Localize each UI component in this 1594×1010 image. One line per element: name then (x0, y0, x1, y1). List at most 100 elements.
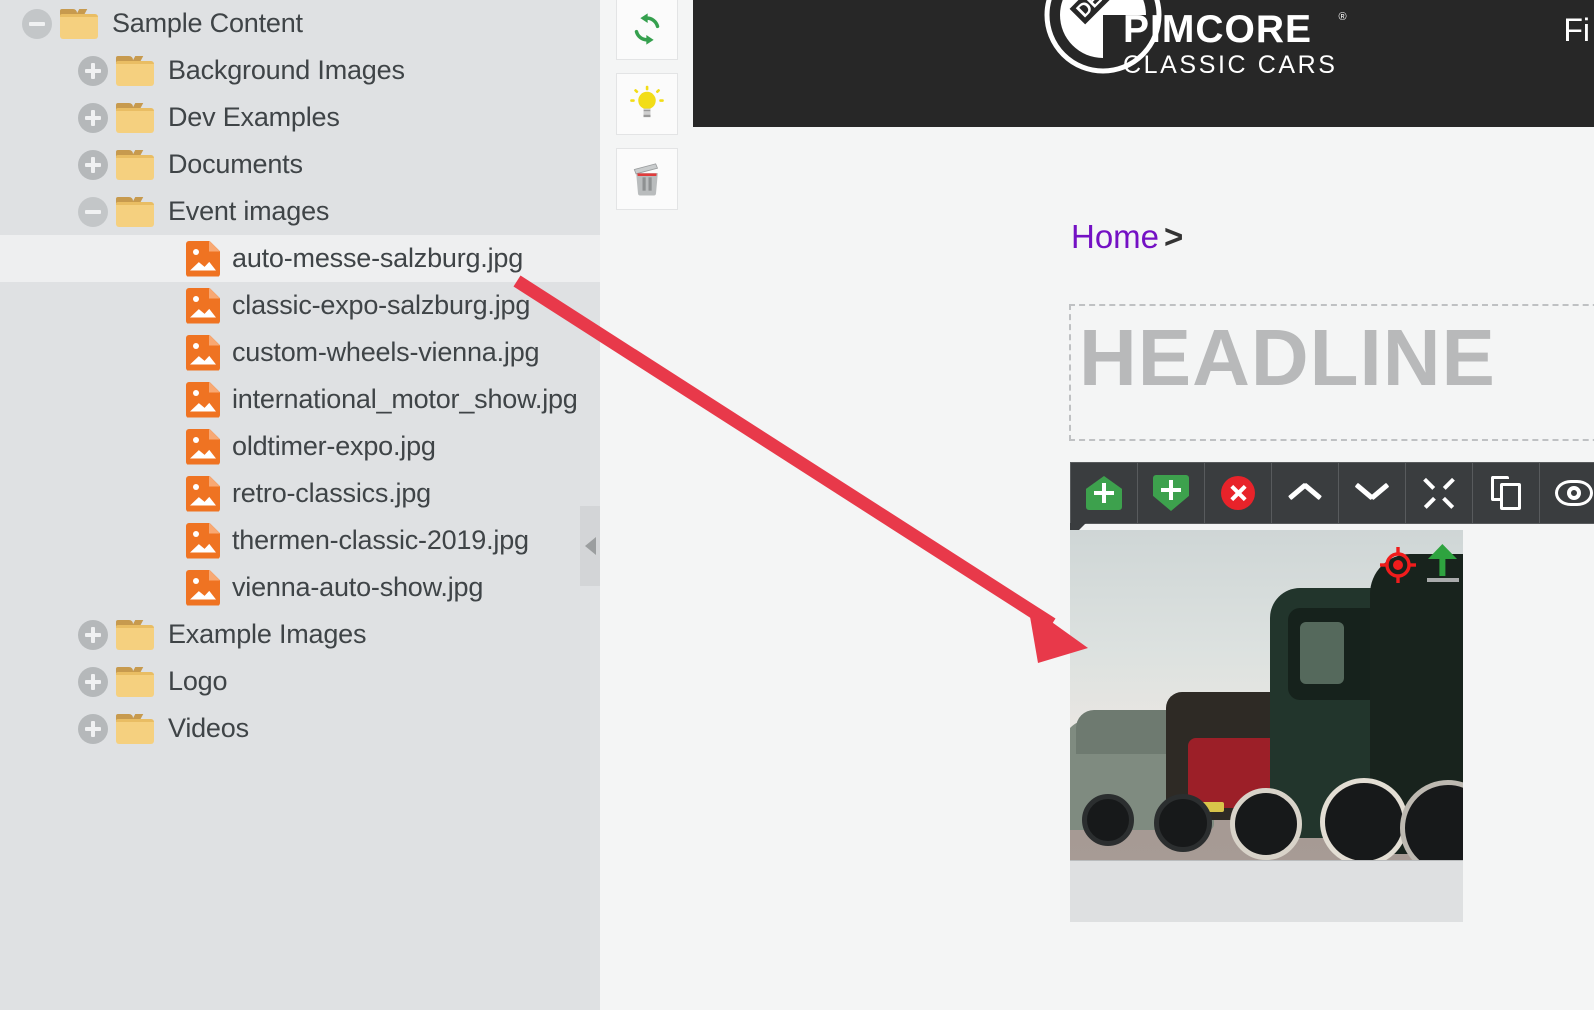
tree-item-label: Sample Content (112, 8, 303, 38)
site-header: DEMO PIMCORE® CLASSIC CARS Fi (693, 0, 1594, 127)
breadcrumb-home-link[interactable]: Home (1071, 218, 1159, 255)
headline-editable-region[interactable]: HEADLINE (1069, 304, 1594, 441)
tree-item-label: Videos (168, 713, 249, 743)
block-edit-toolbar (1070, 462, 1594, 524)
reload-button[interactable] (616, 0, 678, 60)
tree-item-international-motor-show[interactable]: international_motor_show.jpg (0, 376, 600, 423)
lightbulb-icon (630, 85, 664, 118)
tree-item-label: oldtimer-expo.jpg (232, 431, 436, 461)
breadcrumb-separator: > (1164, 218, 1184, 255)
image-file-icon (186, 475, 220, 512)
copy-block-button[interactable] (1473, 463, 1540, 523)
add-below-icon (1153, 475, 1189, 511)
image-file-icon (186, 428, 220, 465)
expand-toggle-icon[interactable] (78, 102, 108, 133)
image-file-icon (186, 287, 220, 324)
asset-tree-panel[interactable]: Sample Content Background Images Dev Exa… (0, 0, 600, 1010)
tree-item-label: Example Images (168, 619, 367, 649)
tree-item-vienna-auto-show[interactable]: vienna-auto-show.jpg (0, 564, 600, 611)
side-toolbar (600, 0, 693, 1010)
panel-collapse-handle[interactable] (580, 506, 600, 586)
folder-icon (116, 102, 154, 133)
chevron-down-icon (1355, 483, 1389, 503)
move-block-down-button[interactable] (1339, 463, 1406, 523)
collapse-toggle-icon[interactable] (22, 8, 52, 39)
hints-button[interactable] (616, 73, 678, 135)
tree-item-videos[interactable]: Videos (0, 705, 600, 752)
preview-block-button[interactable] (1540, 463, 1594, 523)
chevron-up-icon (1288, 483, 1322, 503)
upload-arrow-icon[interactable] (1426, 544, 1460, 584)
tree-item-label: retro-classics.jpg (232, 478, 431, 508)
tree-item-dev-examples[interactable]: Dev Examples (0, 94, 600, 141)
tree-item-label: Documents (168, 149, 303, 179)
add-block-below-button[interactable] (1138, 463, 1205, 523)
tree-item-retro-classics[interactable]: retro-classics.jpg (0, 470, 600, 517)
expand-toggle-icon[interactable] (78, 619, 108, 650)
page-preview-frame[interactable]: DEMO PIMCORE® CLASSIC CARS Fi Home> HEAD… (693, 0, 1594, 1010)
tree-item-label: Logo (168, 666, 228, 696)
fullscreen-button[interactable] (1406, 463, 1473, 523)
registered-mark: ® (1338, 11, 1348, 23)
image-file-icon (186, 381, 220, 418)
logo-wordmark: PIMCORE ® (1123, 8, 1347, 51)
expand-toggle-icon[interactable] (78, 55, 108, 86)
expand-toggle-icon[interactable] (78, 666, 108, 697)
tree-item-label: Dev Examples (168, 102, 340, 132)
image-block[interactable] (1070, 530, 1463, 922)
logo-text: PIMCORE ® CLASSIC CARS (1123, 8, 1347, 78)
eye-icon (1554, 480, 1593, 506)
add-block-above-button[interactable] (1071, 463, 1138, 523)
site-logo[interactable]: DEMO PIMCORE® CLASSIC CARS (1038, 0, 1347, 110)
tree-item-label: thermen-classic-2019.jpg (232, 525, 529, 555)
header-nav-item[interactable]: Fi (1563, 12, 1590, 49)
image-file-icon (186, 522, 220, 559)
image-file-icon (186, 334, 220, 371)
folder-icon (116, 619, 154, 650)
expand-toggle-icon[interactable] (78, 713, 108, 744)
tree-item-auto-messe-salzburg[interactable]: auto-messe-salzburg.jpg (0, 235, 600, 282)
folder-icon (116, 196, 154, 227)
remove-block-button[interactable] (1205, 463, 1272, 523)
tree-item-label: classic-expo-salzburg.jpg (232, 290, 531, 320)
tree-item-label: Background Images (168, 55, 405, 85)
move-block-up-button[interactable] (1272, 463, 1339, 523)
tree-item-custom-wheels-vienna[interactable]: custom-wheels-vienna.jpg (0, 329, 600, 376)
tree-item-sample-content[interactable]: Sample Content (0, 0, 600, 47)
tree-item-thermen-classic-2019[interactable]: thermen-classic-2019.jpg (0, 517, 600, 564)
expand-toggle-icon[interactable] (78, 149, 108, 180)
folder-icon (116, 55, 154, 86)
refresh-icon (634, 13, 660, 45)
delete-icon (1221, 476, 1255, 510)
folder-icon (60, 8, 98, 39)
image-file-icon (186, 569, 220, 606)
tree-item-label: vienna-auto-show.jpg (232, 572, 484, 602)
copy-icon (1491, 476, 1521, 510)
tree-item-documents[interactable]: Documents (0, 141, 600, 188)
breadcrumb: Home > (1071, 218, 1183, 256)
headline-placeholder: HEADLINE (1079, 313, 1496, 402)
logo-main-text: PIMCORE (1123, 8, 1313, 51)
tree-item-example-images[interactable]: Example Images (0, 611, 600, 658)
tree-item-label: auto-messe-salzburg.jpg (232, 243, 524, 273)
folder-icon (116, 666, 154, 697)
tree-item-label: Event images (168, 196, 330, 226)
focal-point-icon[interactable] (1380, 547, 1416, 583)
tree-item-label: custom-wheels-vienna.jpg (232, 337, 540, 367)
collapse-toggle-icon[interactable] (78, 196, 108, 227)
trash-icon (633, 163, 659, 196)
tree-item-classic-expo-salzburg[interactable]: classic-expo-salzburg.jpg (0, 282, 600, 329)
image-placeholder-strip (1070, 860, 1463, 922)
add-above-icon (1086, 476, 1122, 510)
chevron-left-icon (584, 537, 596, 555)
folder-icon (116, 149, 154, 180)
image-file-icon (186, 240, 220, 277)
tree-item-background-images[interactable]: Background Images (0, 47, 600, 94)
delete-button[interactable] (616, 148, 678, 210)
app-root: Sample Content Background Images Dev Exa… (0, 0, 1594, 1010)
tree-item-label: international_motor_show.jpg (232, 384, 578, 414)
tree-item-event-images[interactable]: Event images (0, 188, 600, 235)
folder-icon (116, 713, 154, 744)
tree-item-logo[interactable]: Logo (0, 658, 600, 705)
tree-item-oldtimer-expo[interactable]: oldtimer-expo.jpg (0, 423, 600, 470)
